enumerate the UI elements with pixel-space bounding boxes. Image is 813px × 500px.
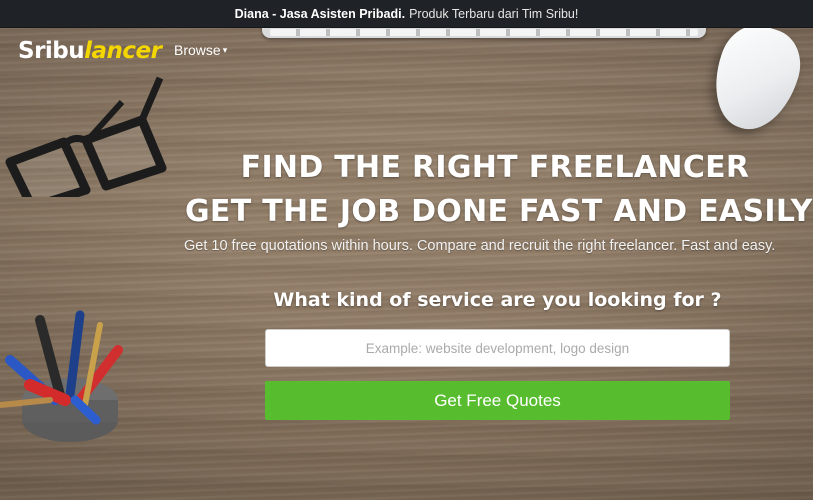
browse-menu[interactable]: Browse ▾ <box>174 42 227 58</box>
hero-subtitle: Get 10 free quotations within hours. Com… <box>184 238 776 254</box>
pencil-cup-image <box>0 310 123 442</box>
glasses-image <box>5 76 167 197</box>
chevron-down-icon: ▾ <box>222 45 228 55</box>
get-free-quotes-button[interactable]: Get Free Quotes <box>265 381 730 420</box>
service-search-input[interactable] <box>265 329 730 367</box>
logo-part-lancer: lancer <box>84 38 162 64</box>
service-question: What kind of service are you looking for… <box>273 289 722 311</box>
hero-title-line2: GET THE JOB DONE FAST AND EASILY <box>185 194 813 229</box>
logo-part-sribu: Sribu <box>18 38 85 64</box>
hero-title: FIND THE RIGHT FREELANCER GET THE JOB DO… <box>185 146 813 234</box>
hero-title-line1: FIND THE RIGHT FREELANCER <box>240 150 750 185</box>
announcement-text: Produk Terbaru dari Tim Sribu! <box>409 6 579 21</box>
browse-label: Browse <box>174 42 221 58</box>
announcement-product[interactable]: Diana - Jasa Asisten Pribadi. <box>235 7 405 21</box>
sribulancer-logo[interactable]: Sribulancer <box>18 38 162 64</box>
announcement-bar[interactable]: Diana - Jasa Asisten Pribadi. Produk Ter… <box>0 0 813 28</box>
